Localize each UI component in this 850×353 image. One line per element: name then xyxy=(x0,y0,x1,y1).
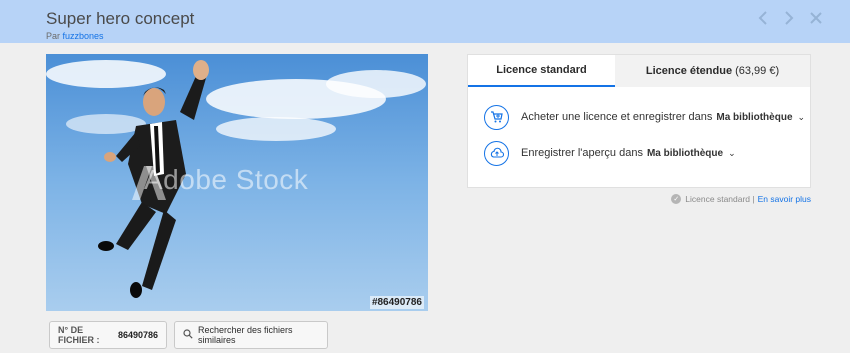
find-similar-button[interactable]: Rechercher des fichiers similaires xyxy=(174,321,328,349)
find-similar-label: Rechercher des fichiers similaires xyxy=(198,325,293,345)
buy-license-action[interactable]: Acheter une licence et enregistrer dans … xyxy=(484,104,805,130)
chevron-down-icon[interactable]: ⌄ xyxy=(728,148,736,159)
by-prefix: Par xyxy=(46,31,61,41)
chevron-left-icon[interactable] xyxy=(754,8,772,28)
checkmark-icon: ✓ xyxy=(671,194,682,204)
cloud-upload-icon xyxy=(484,140,509,166)
save-preview-action[interactable]: Enregistrer l'aperçu dans Ma bibliothèqu… xyxy=(484,140,736,166)
chevron-down-icon[interactable]: ⌄ xyxy=(798,112,806,123)
save-preview-text: Enregistrer l'aperçu dans xyxy=(521,147,643,159)
learn-more-link[interactable]: En savoir plus xyxy=(758,194,811,204)
tab-extended-price: (63,99 €) xyxy=(735,65,780,77)
license-note-text: Licence standard | xyxy=(685,194,755,204)
tab-extended-label: Licence étendue xyxy=(645,65,733,77)
save-library-selector[interactable]: Ma bibliothèque xyxy=(647,148,723,159)
page-title: Super hero concept xyxy=(46,9,195,28)
tab-standard-license[interactable]: Licence standard xyxy=(468,55,615,87)
tab-standard-label: Licence standard xyxy=(496,64,587,76)
search-icon xyxy=(183,329,198,341)
watermark-text: Adobe Stock xyxy=(144,164,309,195)
close-icon[interactable] xyxy=(807,8,825,28)
stock-preview-image[interactable]: Adobe Stock #86490786 xyxy=(46,54,428,311)
author-byline: Par fuzzbones xyxy=(46,31,104,41)
file-number-value: 86490786 xyxy=(117,330,158,340)
license-panel: Licence standard Licence étendue (63,99 … xyxy=(467,54,811,188)
license-tabs: Licence standard Licence étendue (63,99 … xyxy=(468,55,810,87)
file-number-badge: N° DE FICHIER : 86490786 xyxy=(49,321,167,349)
buy-library-selector[interactable]: Ma bibliothèque xyxy=(716,112,792,123)
tab-extended-license[interactable]: Licence étendue (63,99 €) xyxy=(615,55,810,87)
author-link[interactable]: fuzzbones xyxy=(63,31,104,41)
license-note: ✓ Licence standard | En savoir plus xyxy=(671,194,811,204)
buy-license-text: Acheter une licence et enregistrer dans xyxy=(521,111,713,123)
file-number-label: N° DE FICHIER : xyxy=(58,325,100,345)
file-id-tag: #86490786 xyxy=(369,296,424,309)
cart-icon xyxy=(484,104,509,130)
chevron-right-icon[interactable] xyxy=(780,8,798,28)
